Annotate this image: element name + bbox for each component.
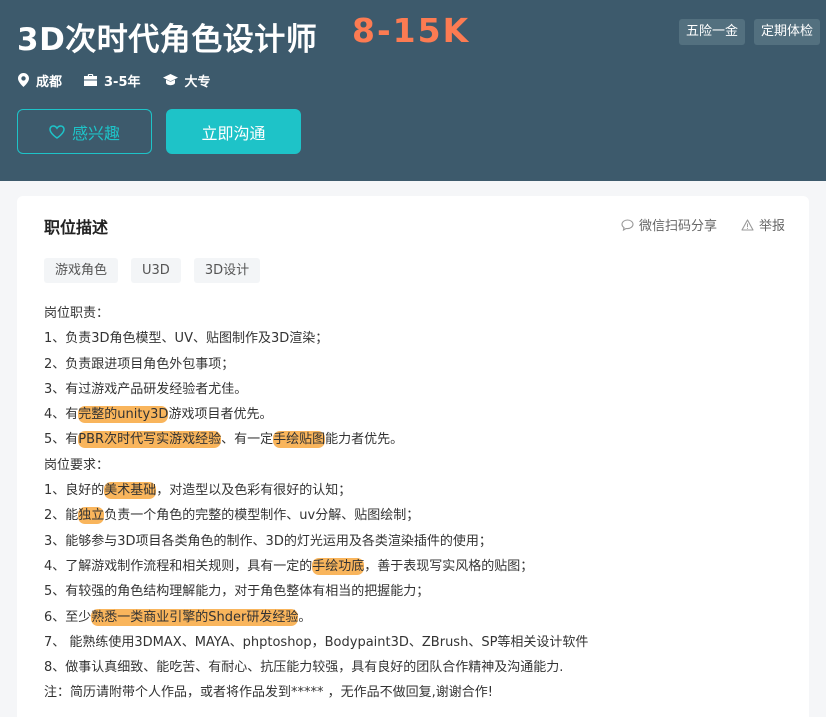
share-label: 微信扫码分享 (639, 219, 718, 234)
job-description-card: 职位描述 微信扫码分享 举报 游戏角色 U3D 3D设计 岗位职责： 1、负责3D… (17, 196, 809, 717)
description-text: 4、有 (44, 407, 79, 423)
wechat-share-button[interactable]: 微信扫码分享 (621, 215, 717, 234)
description-line: 2、能独立负责一个角色的完整的模型制作、uv分解、贴图绘制； (44, 503, 794, 528)
chat-bubble-icon (621, 218, 634, 231)
description-line: 3、有过游戏产品研发经验者尤佳。 (44, 377, 794, 402)
description-text: 能力者优先。 (325, 432, 404, 448)
description-text: 4、了解游戏制作流程和相关规则，具有一定的 (44, 558, 313, 574)
description-text: 1、良好的 (44, 483, 105, 499)
description-line: 5、有较强的角色结构理解能力，对于角色整体有相当的把握能力； (44, 579, 794, 604)
meta-experience: 3-5年 (84, 71, 141, 90)
description-line: 6、至少熟悉一类商业引擎的Shder研发经验。 (44, 605, 794, 630)
description-text: 3、能够参与3D项目各类角色的制作、3D的灯光运用及各类渲染插件的使用； (44, 533, 492, 549)
meta-education: 大专 (162, 71, 211, 90)
description-text: 游戏项目者优先。 (168, 407, 273, 423)
interest-button-label: 感兴趣 (71, 123, 120, 143)
highlighted-text: PBR次时代写实游戏经验 (78, 431, 222, 449)
skill-tags: 游戏角色 U3D 3D设计 (44, 258, 261, 283)
warning-icon (741, 218, 754, 231)
salary: 8-15K (352, 11, 471, 50)
meta-education-label: 大专 (184, 74, 211, 90)
chat-now-button[interactable]: 立即沟通 (166, 109, 301, 154)
description-text: 7、 能熟练使用3DMAX、MAYA、phptoshop，Bodypaint3D… (44, 634, 589, 650)
meta-city-label: 成都 (36, 74, 63, 90)
benefit-tags: 五险一金 定期体检 (678, 19, 820, 45)
benefit-tag: 定期体检 (753, 19, 820, 45)
job-title: 3D次时代角色设计师 (17, 22, 318, 58)
interest-button[interactable]: 感兴趣 (17, 109, 152, 154)
description-text: 。 (298, 609, 312, 625)
description-line: 2、负责跟进项目角色外包事项； (44, 352, 794, 377)
description-text: 2、负责跟进项目角色外包事项； (44, 356, 235, 372)
description-line: 3、能够参与3D项目各类角色的制作、3D的灯光运用及各类渲染插件的使用； (44, 529, 794, 554)
description-text: 岗位要求： (44, 457, 110, 473)
description-line: 8、做事认真细致、能吃苦、有耐心、抗压能力较强，具有良好的团队合作精神及沟通能力… (44, 655, 794, 680)
section-title: 职位描述 (44, 218, 109, 237)
meta-city: 成都 (18, 71, 62, 90)
report-label: 举报 (759, 219, 786, 234)
job-meta: 成都 3-5年 大专 (18, 68, 233, 92)
highlighted-text: 熟悉一类商业引擎的Shder研发经验 (91, 608, 299, 626)
briefcase-icon (84, 74, 98, 86)
description-text: 5、有较强的角色结构理解能力，对于角色整体有相当的把握能力； (44, 584, 430, 600)
highlighted-text: 美术基础 (104, 482, 157, 500)
description-text: 3、有过游戏产品研发经验者尤佳。 (44, 381, 248, 397)
description-text: 8、做事认真细致、能吃苦、有耐心、抗压能力较强，具有良好的团队合作精神及沟通能力… (44, 660, 564, 676)
description-text: 6、至少 (44, 609, 92, 625)
description-text: 注：简历请附带个人作品，或者将作品发到***** ，无作品不做回复,谢谢合作! (44, 685, 493, 701)
heart-icon (49, 124, 65, 139)
description-text: 岗位职责： (44, 306, 110, 321)
location-pin-icon (18, 73, 29, 87)
description-line: 5、有PBR次时代写实游戏经验、有一定手绘贴图能力者优先。 (44, 427, 794, 452)
description-text: 2、能 (44, 508, 79, 524)
description-text: 5、有 (44, 432, 79, 448)
description-text: 负责一个角色的完整的模型制作、uv分解、贴图绘制； (104, 508, 420, 524)
description-line: 注：简历请附带个人作品，或者将作品发到***** ，无作品不做回复,谢谢合作! (44, 680, 794, 705)
description-line: 岗位职责： (44, 301, 794, 326)
meta-experience-label: 3-5年 (104, 74, 141, 90)
description-line: 岗位要求： (44, 453, 794, 478)
description-text: 1、负责3D角色模型、UV、贴图制作及3D渲染； (44, 331, 329, 347)
skill-tag: 游戏角色 (44, 258, 119, 283)
skill-tag: 3D设计 (193, 258, 261, 283)
description-line: 1、良好的美术基础，对造型以及色彩有很好的认知； (44, 478, 794, 503)
description-line: 4、了解游戏制作流程和相关规则，具有一定的手绘功底，善于表现写实风格的贴图； (44, 554, 794, 579)
report-button[interactable]: 举报 (741, 215, 785, 234)
benefit-tag: 五险一金 (678, 19, 745, 45)
description-text: 、有一定 (221, 432, 274, 448)
description-text: ，对造型以及色彩有很好的认知； (156, 483, 352, 499)
description-line: 7、 能熟练使用3DMAX、MAYA、phptoshop，Bodypaint3D… (44, 630, 794, 655)
description-line: 4、有完整的unity3D游戏项目者优先。 (44, 402, 794, 427)
graduation-cap-icon (162, 74, 178, 86)
highlighted-text: 手绘功底 (312, 557, 365, 575)
skill-tag: U3D (131, 258, 181, 283)
job-description-text: 岗位职责： 1、负责3D角色模型、UV、贴图制作及3D渲染； 2、负责跟进项目角色外… (44, 301, 794, 706)
job-header: 3D次时代角色设计师 8-15K 五险一金 定期体检 成都 3-5年 大专 感兴… (0, 0, 826, 181)
description-line: 1、负责3D角色模型、UV、贴图制作及3D渲染； (44, 326, 794, 351)
highlighted-text: 独立 (78, 507, 105, 525)
highlighted-text: 完整的unity3D (78, 406, 169, 424)
description-text: ，善于表现写实风格的贴图； (364, 558, 534, 574)
highlighted-text: 手绘贴图 (273, 431, 326, 449)
